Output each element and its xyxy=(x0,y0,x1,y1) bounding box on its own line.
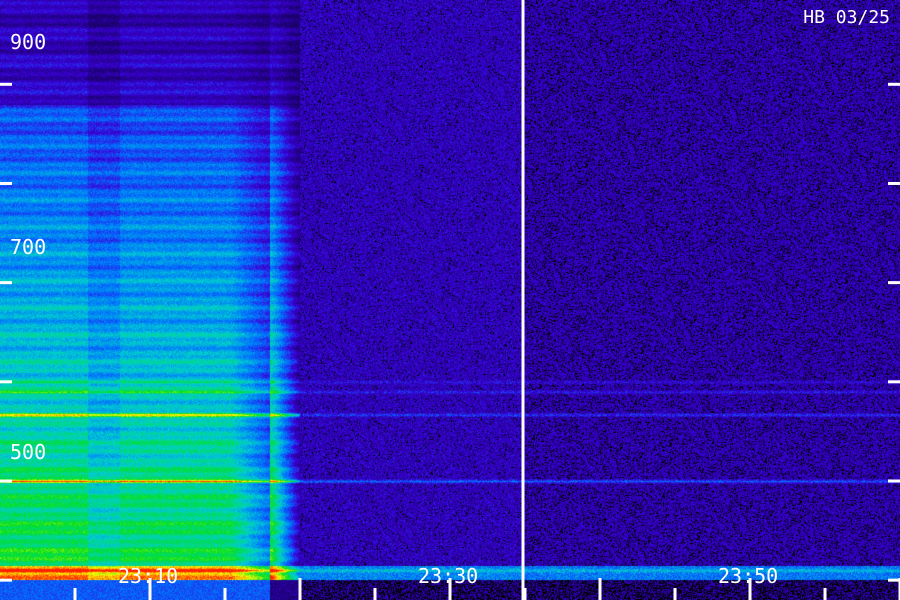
y-ticks-right xyxy=(888,82,900,582)
chart-title: HB 03/25 xyxy=(803,7,890,28)
x-tick-label-2350: 23:50 xyxy=(718,564,779,588)
y-tick-label-700: 700 xyxy=(10,235,47,259)
x-tick-label-2330: 23:30 xyxy=(418,564,479,588)
y-tick-label-500: 500 xyxy=(10,440,47,464)
axis-overlay xyxy=(0,0,900,600)
y-ticks-left xyxy=(0,82,12,582)
x-tick-label-2310: 23:10 xyxy=(118,564,179,588)
y-tick-label-900: 900 xyxy=(10,30,47,54)
